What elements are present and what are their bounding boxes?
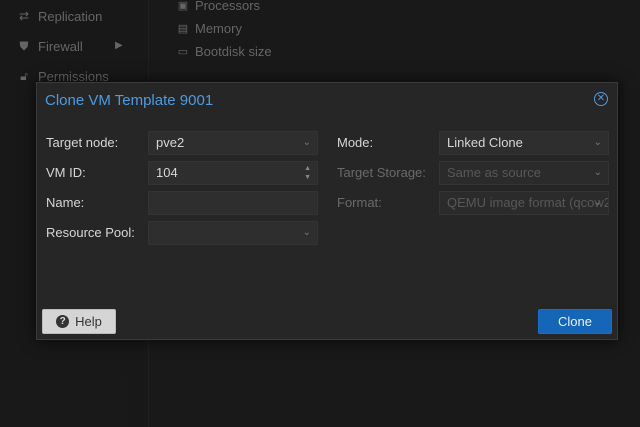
clone-button[interactable]: Clone: [538, 309, 612, 334]
target-node-label: Target node:: [46, 135, 119, 150]
dialog-title: Clone VM Template 9001: [45, 92, 214, 109]
question-icon: ?: [56, 315, 70, 328]
help-button[interactable]: ? Help: [42, 309, 116, 334]
mode-value: Linked Clone: [447, 135, 523, 150]
spinner-arrows-icon[interactable]: ▲ ▼: [304, 164, 311, 182]
name-input[interactable]: [148, 191, 318, 215]
chevron-down-icon: ⌄: [593, 167, 602, 178]
close-icon[interactable]: ✕: [594, 92, 608, 106]
format-label: Format:: [337, 195, 382, 210]
vm-id-value: 104: [156, 165, 178, 180]
vm-id-label: VM ID:: [46, 165, 86, 180]
target-storage-select: Same as source ⌄: [439, 161, 609, 185]
mode-select[interactable]: Linked Clone ⌄: [439, 131, 609, 155]
target-storage-value: Same as source: [447, 165, 541, 180]
format-select: QEMU image format (qcow2) ⌄: [439, 191, 609, 215]
target-node-value: pve2: [156, 135, 185, 150]
mode-label: Mode:: [337, 135, 374, 150]
clone-dialog: Clone VM Template 9001 ✕ Target node: pv…: [36, 82, 618, 340]
clone-button-label: Clone: [558, 314, 592, 329]
chevron-down-icon[interactable]: ⌄: [594, 132, 602, 154]
name-label: Name:: [46, 195, 85, 210]
format-value: QEMU image format (qcow2): [447, 195, 609, 210]
chevron-down-icon[interactable]: ⌄: [303, 132, 311, 154]
chevron-down-icon: ⌄: [593, 197, 602, 208]
target-node-select[interactable]: pve2 ⌄: [148, 131, 318, 155]
target-storage-label: Target Storage:: [337, 165, 426, 180]
resource-pool-select[interactable]: ⌄: [148, 221, 318, 245]
help-button-label: Help: [75, 314, 102, 329]
vm-id-spinner[interactable]: 104 ▲ ▼: [148, 161, 318, 185]
chevron-down-icon[interactable]: ⌄: [303, 222, 311, 244]
resource-pool-label: Resource Pool:: [46, 225, 135, 240]
